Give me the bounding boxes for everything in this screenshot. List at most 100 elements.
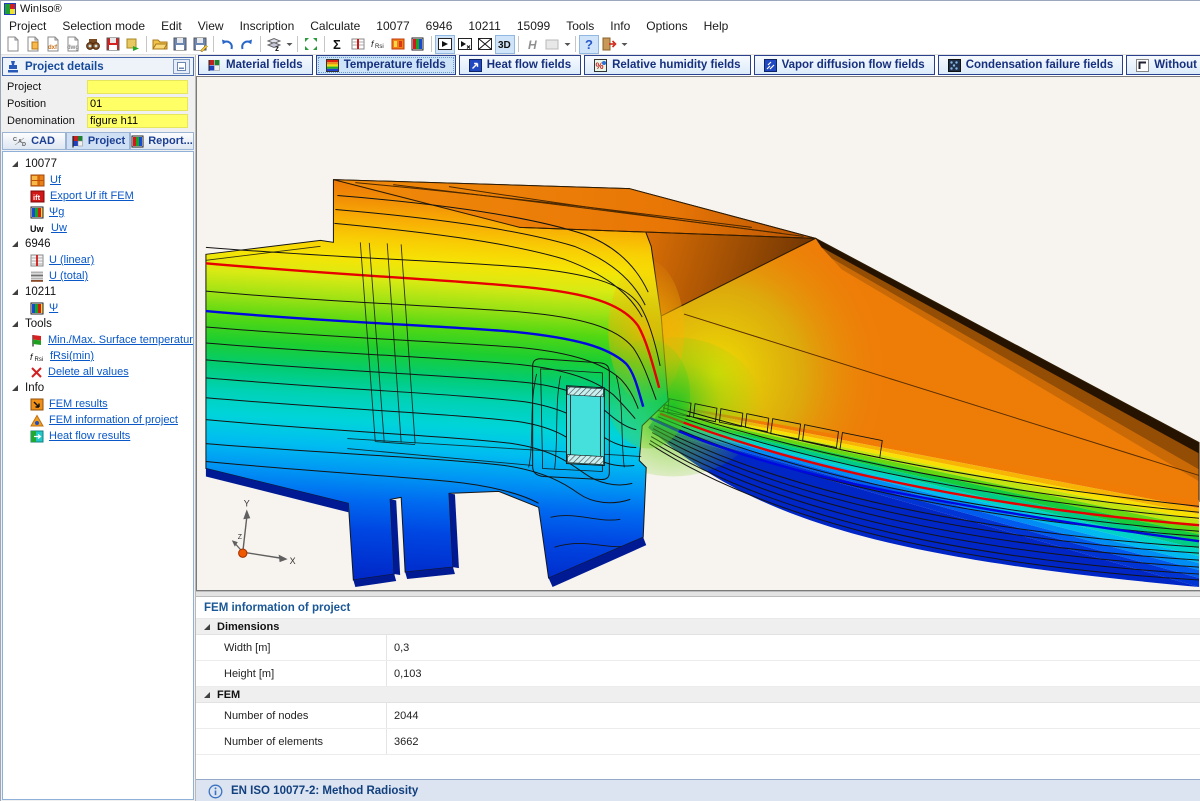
exit-door-button[interactable] bbox=[599, 35, 619, 54]
tree-item-min-max-surface-temperature[interactable]: Min./Max. Surface temperature bbox=[3, 332, 193, 348]
tree-item-fem-results[interactable]: FEM results bbox=[3, 396, 193, 412]
search-binoculars-button[interactable] bbox=[83, 35, 103, 54]
help-button[interactable]: ? bbox=[579, 35, 599, 54]
tree-item--[interactable]: Ψ bbox=[3, 300, 193, 316]
expand-triangle-icon[interactable] bbox=[203, 623, 211, 631]
tree-item-link[interactable]: U (linear) bbox=[49, 254, 94, 266]
collapse-panel-button[interactable] bbox=[173, 59, 190, 74]
dropdown-caret-button[interactable] bbox=[562, 35, 572, 54]
fem-section-dimensions[interactable]: Dimensions bbox=[196, 619, 1200, 635]
tree-item-u-linear-[interactable]: U (linear) bbox=[3, 252, 193, 268]
open-folder-button[interactable] bbox=[150, 35, 170, 54]
tree-item-link[interactable]: Heat flow results bbox=[49, 430, 130, 442]
inscription-h-button[interactable]: H bbox=[522, 35, 542, 54]
tree-item-uw[interactable]: UwUw bbox=[3, 220, 193, 236]
tree-item-link[interactable]: Export Uf ift FEM bbox=[50, 190, 134, 202]
dropdown-caret-button[interactable] bbox=[619, 35, 629, 54]
hide-fields-button[interactable] bbox=[475, 35, 495, 54]
panel-tab-project[interactable]: Project bbox=[66, 132, 130, 150]
inscription-box-button[interactable] bbox=[542, 35, 562, 54]
material-view-button[interactable] bbox=[388, 35, 408, 54]
tree-item-link[interactable]: FEM information of project bbox=[49, 414, 178, 426]
fem-row-value: 0,103 bbox=[386, 661, 422, 686]
tree-group-6946[interactable]: 6946 bbox=[3, 236, 193, 252]
zoom-fit-button[interactable] bbox=[301, 35, 321, 54]
save-project-red-button[interactable] bbox=[103, 35, 123, 54]
menu-15099[interactable]: 15099 bbox=[509, 18, 558, 34]
tree-item-link[interactable]: Uf bbox=[50, 174, 61, 186]
fem-section-fem[interactable]: FEM bbox=[196, 687, 1200, 703]
tree-item-fem-information-of-project[interactable]: FEM information of project bbox=[3, 412, 193, 428]
import-drawing-button[interactable] bbox=[23, 35, 43, 54]
tree-item-link[interactable]: Min./Max. Surface temperature bbox=[48, 334, 194, 346]
project-input[interactable] bbox=[87, 80, 188, 94]
menu-view[interactable]: View bbox=[190, 18, 232, 34]
u-value-table-button[interactable] bbox=[348, 35, 368, 54]
tree-item-delete-all-values[interactable]: Delete all values bbox=[3, 364, 193, 380]
tree-group-tools[interactable]: Tools bbox=[3, 316, 193, 332]
save-as-button[interactable] bbox=[190, 35, 210, 54]
menu-edit[interactable]: Edit bbox=[153, 18, 190, 34]
position-input[interactable] bbox=[87, 97, 188, 111]
tree-item-uf[interactable]: Uf bbox=[3, 172, 193, 188]
menu-tools[interactable]: Tools bbox=[558, 18, 602, 34]
tab-material-fields[interactable]: Material fields bbox=[198, 55, 313, 75]
expand-triangle-icon[interactable] bbox=[11, 160, 19, 168]
tree-item-heat-flow-results[interactable]: Heat flow results bbox=[3, 428, 193, 444]
menu-10211[interactable]: 10211 bbox=[460, 18, 508, 34]
frsi-button[interactable]: fRsi bbox=[368, 35, 388, 54]
tab-condensation-failure-fields[interactable]: Condensation failure fields bbox=[938, 55, 1124, 75]
view-3d-button[interactable]: 3D bbox=[495, 35, 515, 54]
expand-triangle-icon[interactable] bbox=[11, 240, 19, 248]
show-fields-alt-button[interactable] bbox=[455, 35, 475, 54]
tree-item-link[interactable]: Ψ bbox=[49, 302, 58, 314]
tree-item-link[interactable]: U (total) bbox=[49, 270, 88, 282]
tab-temperature-fields[interactable]: Temperature fields bbox=[316, 55, 456, 75]
database-add-button[interactable] bbox=[123, 35, 143, 54]
expand-triangle-icon[interactable] bbox=[11, 288, 19, 296]
menu-selection-mode[interactable]: Selection mode bbox=[54, 18, 153, 34]
tree-item-link[interactable]: fRsi(min) bbox=[50, 350, 94, 362]
show-fields-button[interactable] bbox=[435, 35, 455, 54]
tree-item--g[interactable]: Ψg bbox=[3, 204, 193, 220]
tree-group-info[interactable]: Info bbox=[3, 380, 193, 396]
menu-options[interactable]: Options bbox=[638, 18, 695, 34]
export-dxf-button[interactable]: dxf bbox=[43, 35, 63, 54]
viewport-3d[interactable]: Y X Z bbox=[196, 76, 1200, 591]
tab-vapor-diffusion-flow-fields[interactable]: Vapor diffusion flow fields bbox=[754, 55, 935, 75]
tree-group-10211[interactable]: 10211 bbox=[3, 284, 193, 300]
export-dwg-button[interactable]: dwg bbox=[63, 35, 83, 54]
menu-project[interactable]: Project bbox=[1, 18, 54, 34]
expand-triangle-icon[interactable] bbox=[11, 384, 19, 392]
tree-item-u-total-[interactable]: U (total) bbox=[3, 268, 193, 284]
panel-tab-cad[interactable]: CADCAD bbox=[2, 132, 66, 150]
menu-inscription[interactable]: Inscription bbox=[232, 18, 303, 34]
sum-sigma-button[interactable]: Σ bbox=[328, 35, 348, 54]
panel-tab-report[interactable]: Report... bbox=[130, 132, 194, 150]
menu-info[interactable]: Info bbox=[602, 18, 638, 34]
tree-item-export-uf-ift-fem[interactable]: iftExport Uf ift FEM bbox=[3, 188, 193, 204]
tree-item-frsi-min-[interactable]: fRsifRsi(min) bbox=[3, 348, 193, 364]
dropdown-caret-button[interactable] bbox=[284, 35, 294, 54]
tab-heat-flow-fields[interactable]: Heat flow fields bbox=[459, 55, 581, 75]
menu-help[interactable]: Help bbox=[696, 18, 737, 34]
tab-relative-humidity-fields[interactable]: %Relative humidity fields bbox=[584, 55, 750, 75]
tree-item-link[interactable]: Uw bbox=[51, 222, 67, 234]
tree-item-link[interactable]: Ψg bbox=[49, 206, 64, 218]
menu-10077[interactable]: 10077 bbox=[368, 18, 417, 34]
menu-6946[interactable]: 6946 bbox=[418, 18, 461, 34]
selection-mode-button[interactable]: z bbox=[264, 35, 284, 54]
save-button[interactable] bbox=[170, 35, 190, 54]
menu-calculate[interactable]: Calculate bbox=[302, 18, 368, 34]
layer-view-button[interactable] bbox=[408, 35, 428, 54]
expand-triangle-icon[interactable] bbox=[11, 320, 19, 328]
tree-item-link[interactable]: FEM results bbox=[49, 398, 108, 410]
tree-group-10077[interactable]: 10077 bbox=[3, 156, 193, 172]
undo-button[interactable] bbox=[217, 35, 237, 54]
redo-button[interactable] bbox=[237, 35, 257, 54]
denomination-input[interactable] bbox=[87, 114, 188, 128]
expand-triangle-icon[interactable] bbox=[203, 691, 211, 699]
new-document-button[interactable] bbox=[3, 35, 23, 54]
tree-item-link[interactable]: Delete all values bbox=[48, 366, 129, 378]
tab-without-fields[interactable]: Without fields bbox=[1126, 55, 1200, 75]
